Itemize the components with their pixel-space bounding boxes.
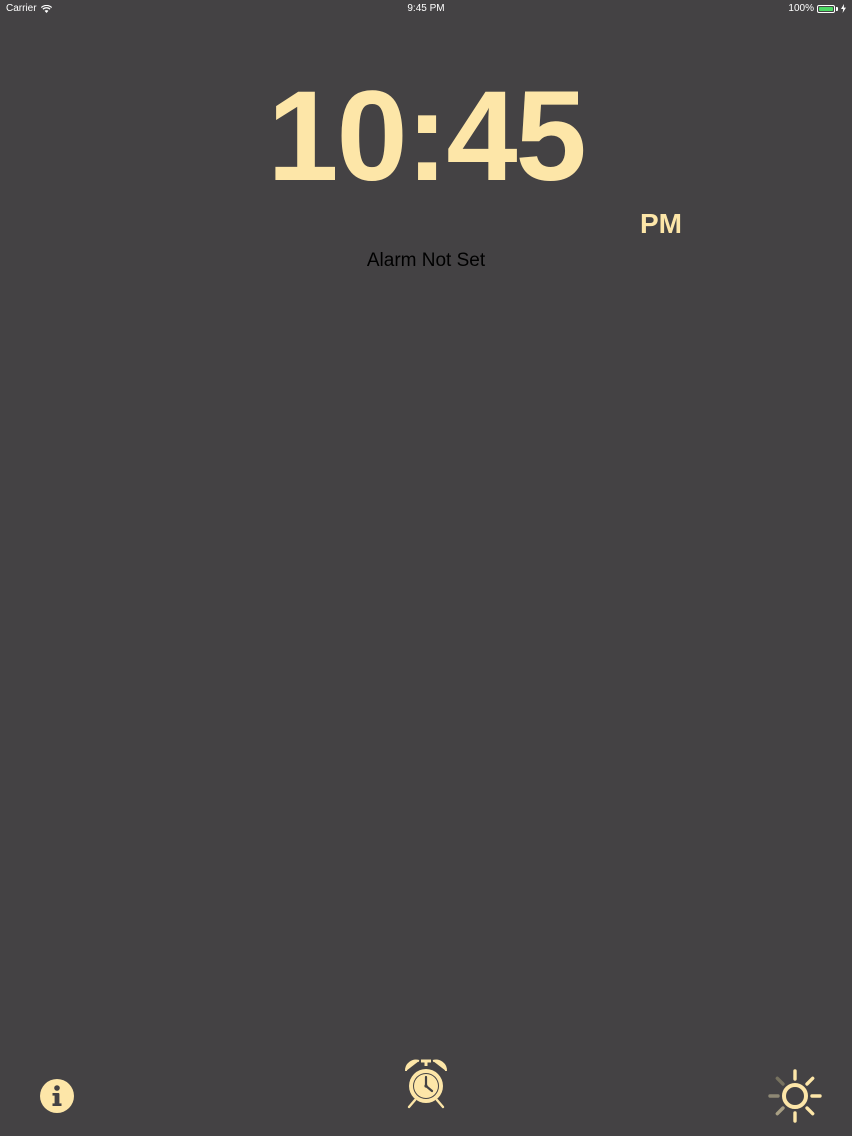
status-bar: Carrier 9:45 PM 100%	[0, 0, 852, 18]
status-right: 100%	[788, 3, 846, 14]
status-time: 9:45 PM	[407, 3, 445, 14]
battery-icon	[817, 4, 835, 13]
alarm-status: Alarm Not Set	[366, 250, 486, 271]
info-icon	[40, 1079, 74, 1113]
brightness-icon	[768, 1069, 822, 1123]
brightness-button[interactable]	[767, 1068, 823, 1124]
battery-percentage: 100%	[788, 3, 814, 14]
charging-bolt-icon	[841, 4, 846, 13]
set-alarm-button[interactable]	[401, 1057, 451, 1111]
clock-time: 10:45	[267, 65, 586, 208]
alarm-clock-icon	[405, 1059, 447, 1109]
clock-ampm: PM	[640, 208, 682, 239]
info-button[interactable]	[39, 1078, 75, 1114]
battery-cap	[836, 6, 838, 11]
battery-fill	[819, 6, 833, 11]
